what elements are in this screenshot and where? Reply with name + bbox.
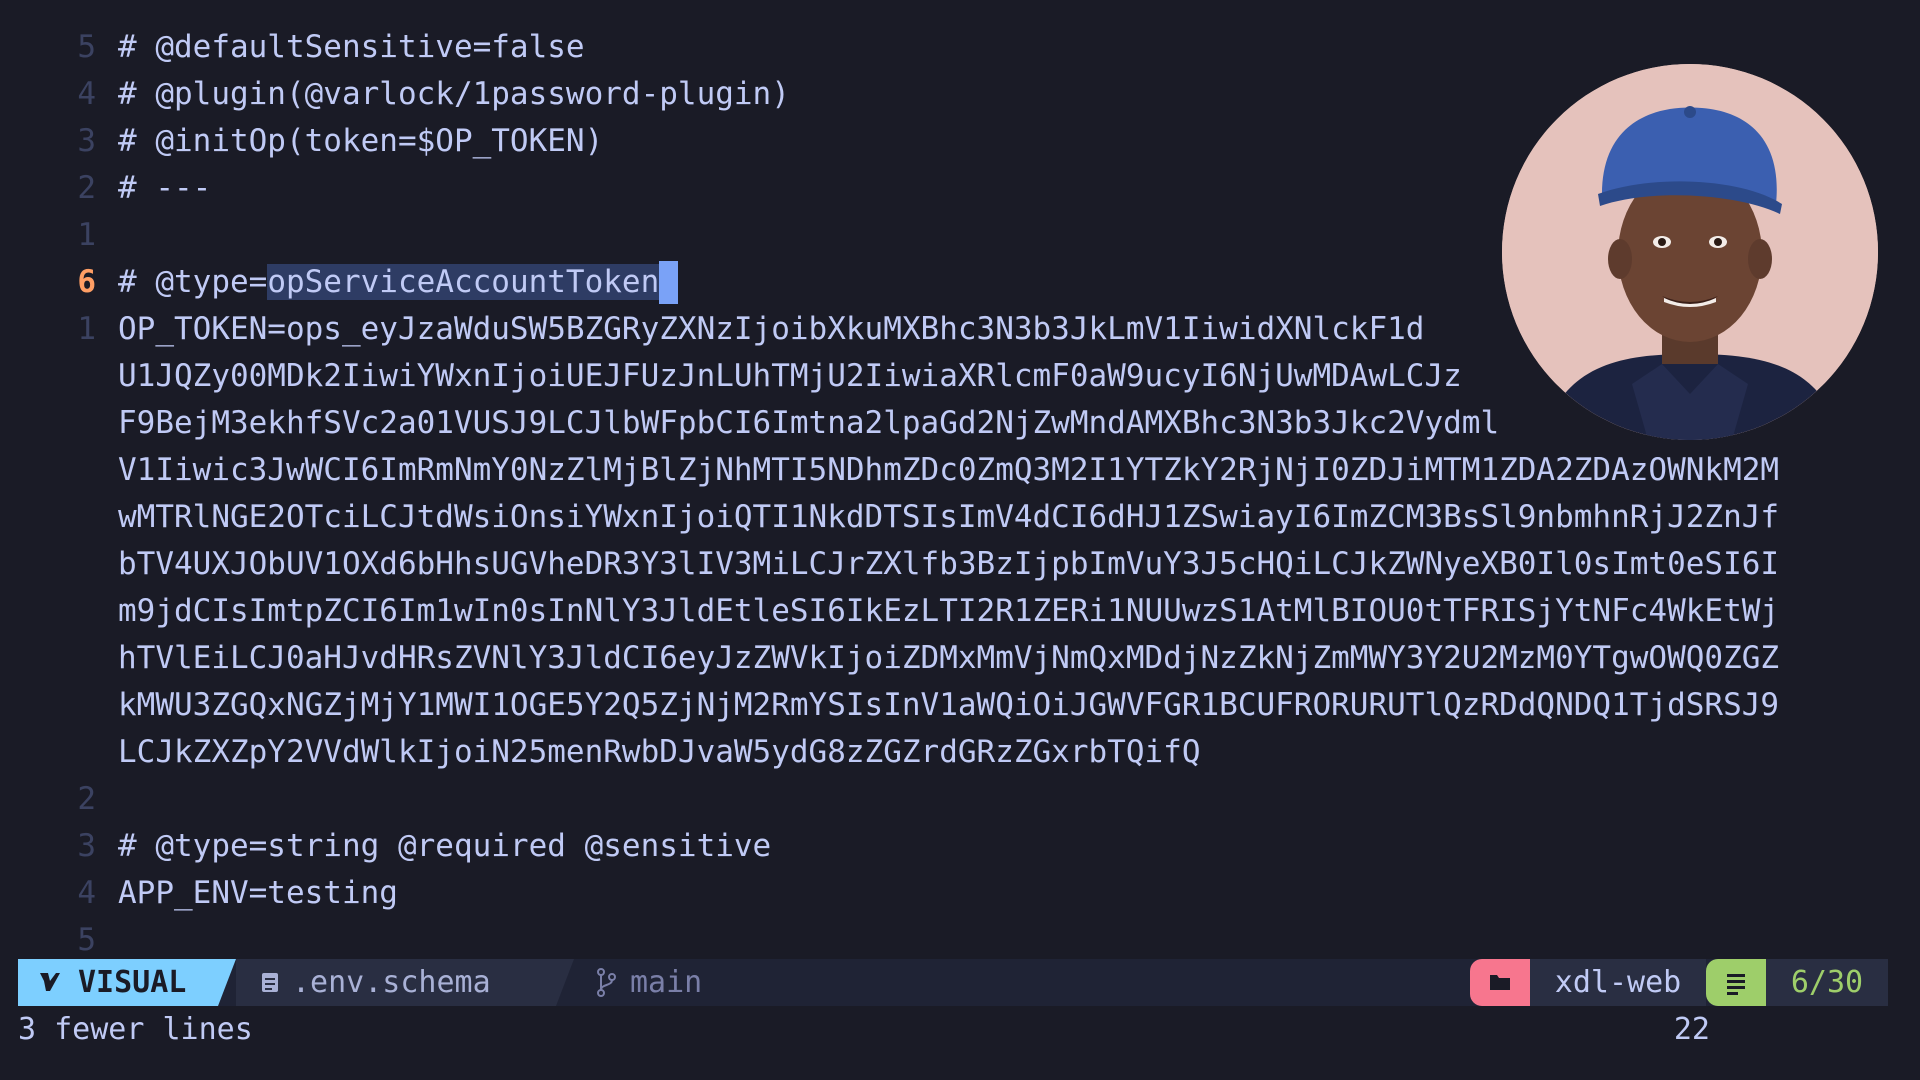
line-number: 5 [77, 922, 96, 958]
code-text: kMWU3ZGQxNGZjMjY1MWI1OGE5Y2Q5ZjNjM2RmYSI… [118, 687, 1780, 723]
code-line-wrap[interactable]: LCJkZXZpY2VVdWlkIjoiN25menRwbDJvaW5ydG8z… [0, 729, 1920, 776]
line-number: 1 [77, 311, 96, 347]
code-line-wrap[interactable]: hTVlEiLCJ0aHJvdHRsZVNlY3JldCI6eyJzZWVkIj… [0, 635, 1920, 682]
file-icon [260, 959, 280, 1022]
selection-count: 22 [1673, 1012, 1710, 1047]
mode-separator [218, 959, 236, 1006]
code-text: # @type=opServiceAccountToken [118, 259, 679, 306]
code-line-wrap[interactable]: V1Iiwic3JwWCI6ImRmNmY0NzZlMjBlZjNhMTI5ND… [0, 447, 1920, 494]
code-text: # @plugin(@varlock/1password-plugin) [118, 76, 790, 112]
line-number: 4 [77, 875, 96, 911]
code-line[interactable]: 5 # @defaultSensitive=false [0, 24, 1920, 71]
webcam-overlay [1502, 64, 1878, 440]
folder-icon [1470, 959, 1530, 1006]
code-text: hTVlEiLCJ0aHJvdHRsZVNlY3JldCI6eyJzZWVkIj… [118, 640, 1780, 676]
filename: .env.schema [292, 965, 491, 1000]
line-number: 3 [77, 828, 96, 864]
code-text: # @initOp(token=$OP_TOKEN) [118, 123, 604, 159]
mode-label: VISUAL [78, 965, 187, 1000]
code-text: U1JQZy00MDk2IiwiYWxnIjoiUEJFUzJnLUhTMjU2… [118, 358, 1462, 394]
line-number: 3 [77, 123, 96, 159]
project-name[interactable]: xdl-web [1530, 959, 1706, 1006]
code-text: OP_TOKEN=ops_eyJzaWduSW5BZGRyZXNzIjoibXk… [118, 311, 1425, 347]
code-text-before-selection: # @type= [118, 264, 268, 300]
code-text: m9jdCIsImtpZCI6Im1wIn0sInNlY3JldEtleSI6I… [118, 593, 1780, 629]
line-number: 5 [77, 29, 96, 65]
cursor-position: 6/30 [1766, 959, 1888, 1006]
branch-name: main [630, 965, 703, 1000]
line-number: 1 [77, 217, 96, 253]
code-text: V1Iiwic3JwWCI6ImRmNmY0NzZlMjBlZjNhMTI5ND… [118, 452, 1780, 488]
command-line-message: 3 fewer lines [18, 1012, 253, 1047]
status-bar: VISUAL .env.schema main xdl-web 6/30 [18, 959, 1888, 1006]
current-line-number: 6 [77, 264, 96, 300]
code-line-wrap[interactable]: kMWU3ZGQxNGZjMjY1MWI1OGE5Y2Q5ZjNjM2RmYSI… [0, 682, 1920, 729]
code-text: LCJkZXZpY2VVdWlkIjoiN25menRwbDJvaW5ydG8z… [118, 734, 1201, 770]
visual-selection: opServiceAccountToken [267, 264, 660, 300]
line-number: 2 [77, 170, 96, 206]
code-line-wrap[interactable]: m9jdCIsImtpZCI6Im1wIn0sInNlY3JldEtleSI6I… [0, 588, 1920, 635]
code-text: wMTRlNGE2OTciLCJtdWsiOnsiYWxnIjoiQTI1Nkd… [118, 499, 1780, 535]
block-cursor [659, 261, 679, 304]
line-number: 4 [77, 76, 96, 112]
presenter-avatar [1502, 64, 1878, 440]
git-branch-icon [594, 959, 618, 1022]
code-text: bTV4UXJObUV1OXd6bHhsUGVheDR3Y3lIV3MiLCJr… [118, 546, 1780, 582]
code-text: APP_ENV=testing [118, 875, 398, 911]
lines-icon [1706, 959, 1766, 1006]
code-line-wrap[interactable]: bTV4UXJObUV1OXd6bHhsUGVheDR3Y3lIV3MiLCJr… [0, 541, 1920, 588]
file-separator [556, 959, 574, 1006]
code-line-wrap[interactable]: wMTRlNGE2OTciLCJtdWsiOnsiYWxnIjoiQTI1Nkd… [0, 494, 1920, 541]
code-text: # --- [118, 170, 212, 206]
code-line[interactable]: 3 # @type=string @required @sensitive [0, 823, 1920, 870]
mode-indicator: VISUAL [18, 959, 218, 1006]
code-line[interactable]: 5 [0, 917, 1920, 964]
code-text: F9BejM3ekhfSVc2a01VUSJ9LCJlbWFpbCI6Imtna… [118, 405, 1500, 441]
code-text: # @type=string @required @sensitive [118, 828, 772, 864]
file-section[interactable]: .env.schema [236, 959, 556, 1006]
code-line[interactable]: 4 APP_ENV=testing [0, 870, 1920, 917]
code-line[interactable]: 2 [0, 776, 1920, 823]
code-text: # @defaultSensitive=false [118, 29, 585, 65]
line-number: 2 [77, 781, 96, 817]
